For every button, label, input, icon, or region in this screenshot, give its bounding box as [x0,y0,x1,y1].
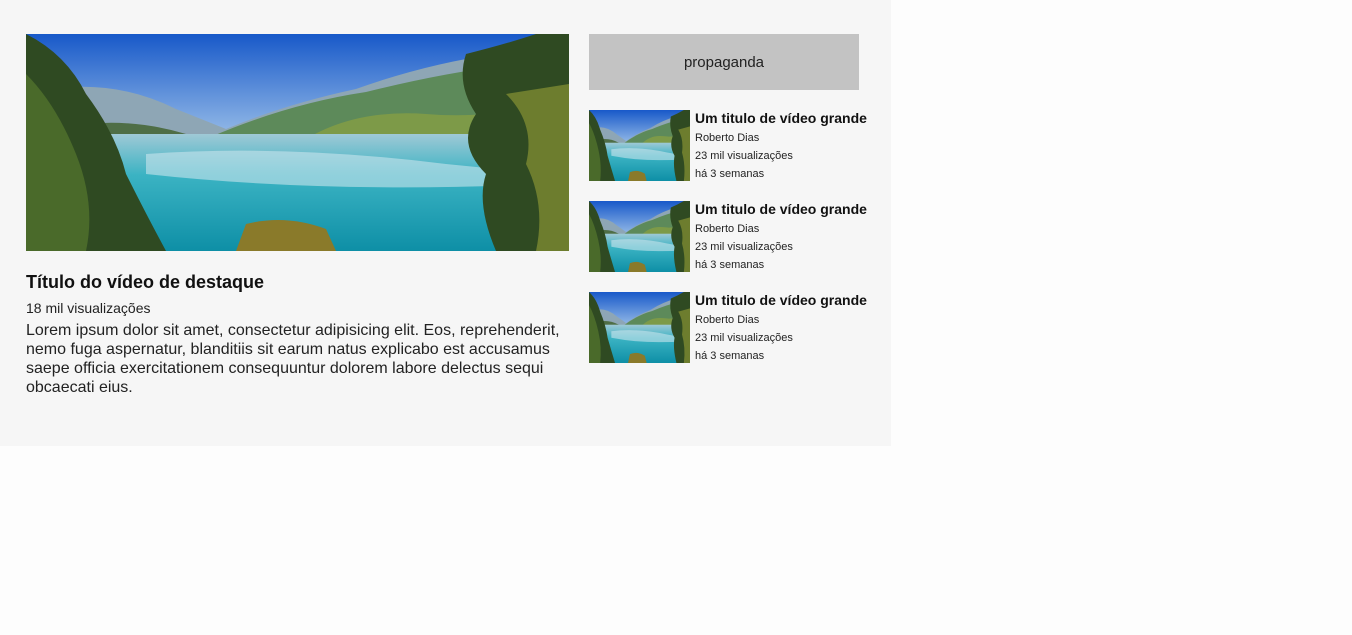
featured-video-views: 18 mil visualizações [26,300,151,316]
related-video-title[interactable]: Um titulo de vídeo grande [695,201,867,218]
featured-video-thumbnail[interactable] [26,34,569,251]
ad-label: propaganda [683,53,765,71]
related-video[interactable]: Um titulo de vídeo grande Roberto Dias 2… [589,110,867,181]
related-video-views: 23 mil visualizações [695,150,793,162]
related-video-author[interactable]: Roberto Dias [695,129,867,147]
related-video[interactable]: Um titulo de vídeo grande Roberto Dias 2… [589,201,867,272]
related-video-title[interactable]: Um titulo de vídeo grande [695,110,867,127]
related-video-thumbnail[interactable] [589,110,690,181]
related-video-author[interactable]: Roberto Dias [695,220,867,238]
related-video-info: Um titulo de vídeo grande Roberto Dias 2… [695,201,867,272]
related-video-views: 23 mil visualizações [695,332,793,344]
related-video[interactable]: Um titulo de vídeo grande Roberto Dias 2… [589,292,867,363]
related-video-age: há 3 semanas [695,350,765,362]
related-video-thumbnail[interactable] [589,201,690,272]
related-video-info: Um titulo de vídeo grande Roberto Dias 2… [695,110,867,181]
ad-banner[interactable]: propaganda [589,34,859,90]
featured-video-description: Lorem ipsum dolor sit amet, consectetur … [26,322,560,396]
related-video-author[interactable]: Roberto Dias [695,311,867,329]
featured-video-title[interactable]: Título do vídeo de destaque [26,270,569,294]
related-video-title[interactable]: Um titulo de vídeo grande [695,292,867,309]
page: Título do vídeo de destaque 18 mil visua… [0,0,891,446]
related-video-views: 23 mil visualizações [695,241,793,253]
related-video-thumbnail[interactable] [589,292,690,363]
sidebar: propaganda Um titulo de vídeo grande Rob… [589,34,867,363]
related-video-age: há 3 semanas [695,168,765,180]
featured-video[interactable]: Título do vídeo de destaque 18 mil visua… [26,34,569,397]
related-video-age: há 3 semanas [695,259,765,271]
related-video-info: Um titulo de vídeo grande Roberto Dias 2… [695,292,867,363]
